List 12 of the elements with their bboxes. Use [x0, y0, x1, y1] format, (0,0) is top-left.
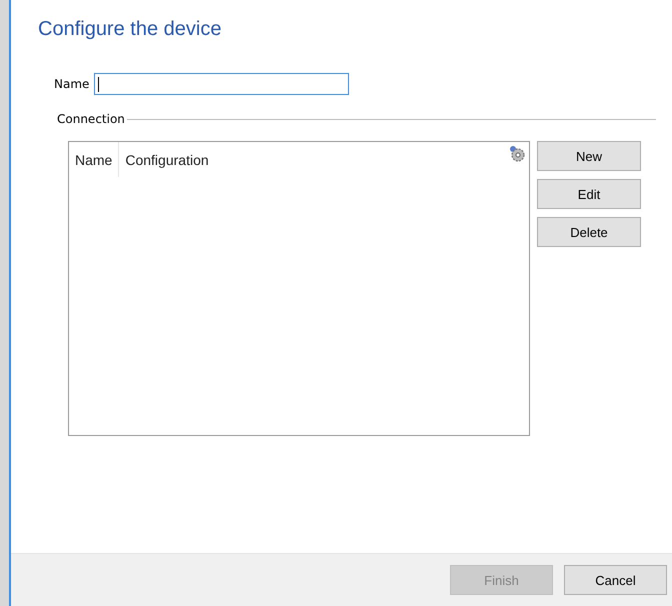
side-button[interactable]: Delete — [537, 217, 641, 247]
settings-icon[interactable] — [508, 145, 526, 163]
name-label: Name — [54, 77, 90, 91]
column-header[interactable]: Configuration — [119, 142, 215, 177]
side-button[interactable]: New — [537, 141, 641, 171]
name-field[interactable] — [94, 73, 350, 95]
connection-legend: Connection — [57, 112, 125, 126]
connection-list[interactable]: Name Configuration — [68, 141, 530, 436]
side-button[interactable]: Edit — [537, 179, 641, 209]
footer-button[interactable]: Cancel — [564, 565, 667, 595]
dialog-title: Configure the device — [38, 18, 222, 42]
column-header[interactable]: Name — [69, 142, 120, 177]
